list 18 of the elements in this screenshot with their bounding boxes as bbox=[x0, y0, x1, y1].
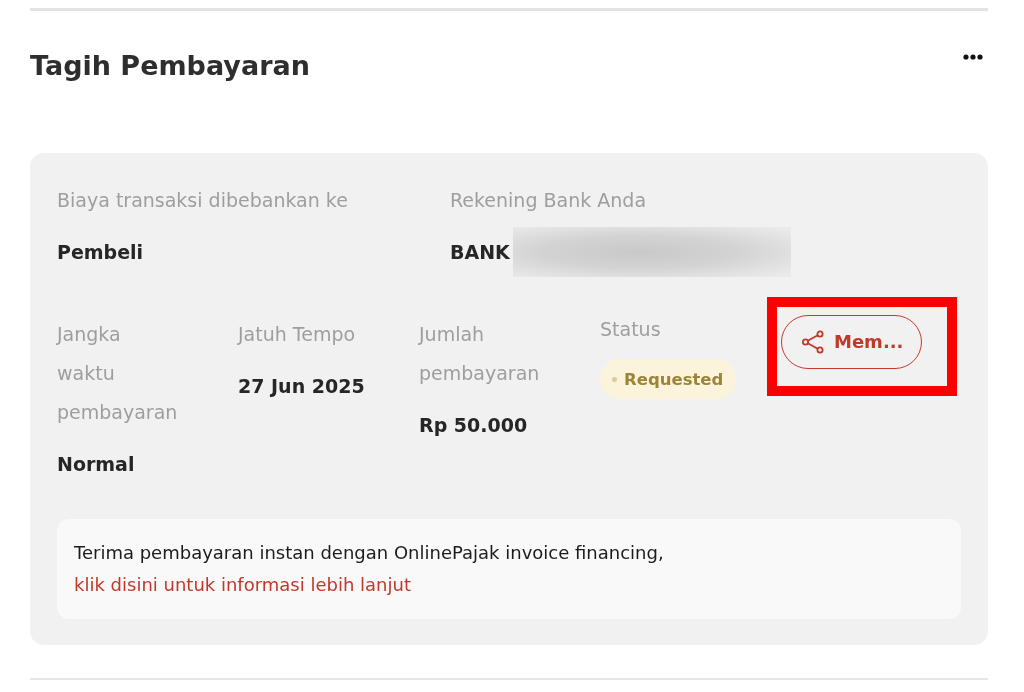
field-value: Rp 50.000 bbox=[419, 412, 528, 438]
dot-icon bbox=[612, 376, 617, 382]
status-text: Requested bbox=[624, 369, 724, 389]
field-value: Normal bbox=[57, 451, 135, 477]
field-value: BANK bbox=[450, 239, 510, 265]
field-label: Jangka waktu pembayaran bbox=[57, 321, 179, 425]
field-label: Jumlah pembayaran bbox=[419, 321, 541, 386]
field-value: 27 Jun 2025 bbox=[238, 373, 365, 399]
share-icon bbox=[801, 329, 825, 354]
field-label: Jatuh Tempo bbox=[238, 321, 356, 347]
page-title: Tagih Pembayaran bbox=[30, 49, 310, 83]
field-label: Rekening Bank Anda bbox=[450, 187, 647, 213]
more-icon[interactable] bbox=[963, 54, 983, 60]
info-text: Terima pembayaran instan dengan OnlinePajak invoice financing, klik disini untuk informasi lebih lanjut bbox=[74, 541, 665, 597]
field-value: Pembeli bbox=[57, 239, 144, 265]
info-link[interactable]: klik disini untuk informasi lebih lanjut bbox=[74, 574, 411, 595]
field-label: Status bbox=[600, 316, 661, 342]
field-label: Biaya transaksi dibebankan ke bbox=[57, 187, 348, 213]
